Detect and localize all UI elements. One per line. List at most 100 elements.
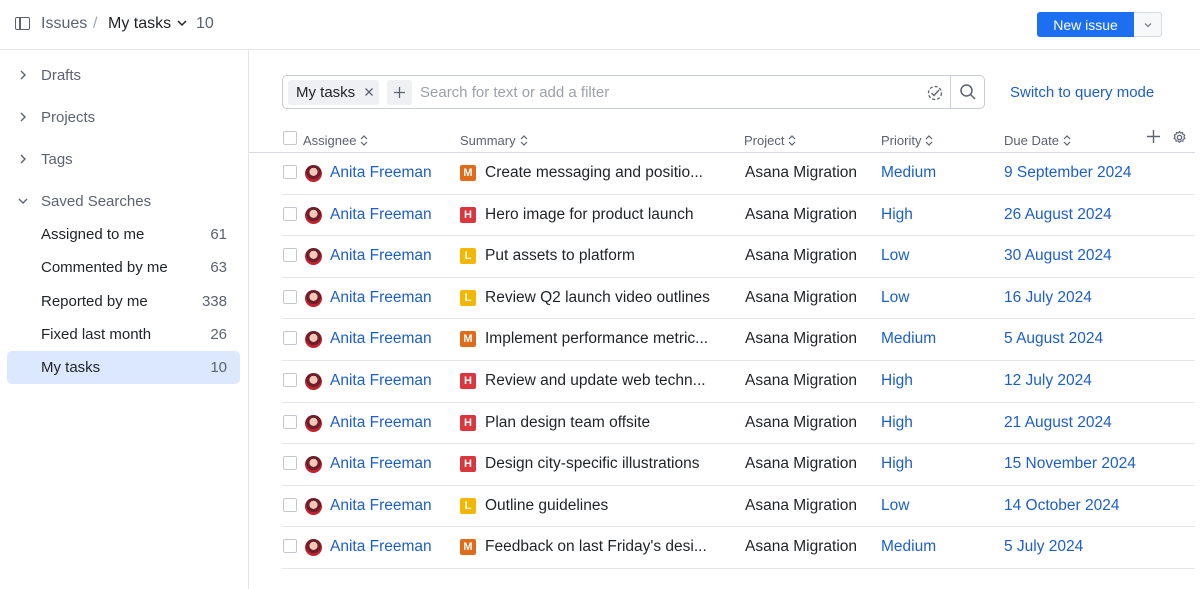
search-divider: [950, 76, 951, 108]
saved-search-commented-by-me[interactable]: Commented by me 63: [7, 251, 240, 284]
issue-summary[interactable]: Review and update web techn...: [485, 372, 706, 390]
assignee-link[interactable]: Anita Freeman: [330, 455, 432, 473]
table-row[interactable]: Anita Freeman L Review Q2 launch video out…: [282, 278, 1195, 320]
new-issue-dropdown-button[interactable]: [1134, 12, 1162, 37]
table-row[interactable]: Anita Freeman H Hero image for product lau…: [282, 195, 1195, 237]
issue-summary[interactable]: Outline guidelines: [485, 497, 608, 515]
avatar: [305, 456, 322, 474]
issue-priority[interactable]: Low: [881, 497, 909, 515]
assignee-link[interactable]: Anita Freeman: [330, 164, 432, 182]
issue-summary[interactable]: Feedback on last Friday's desi...: [485, 538, 707, 556]
sidebar-group-drafts[interactable]: Drafts: [0, 60, 248, 90]
issue-due-date[interactable]: 9 September 2024: [1004, 164, 1132, 182]
issue-priority[interactable]: Low: [881, 289, 909, 307]
row-checkbox[interactable]: [283, 206, 297, 221]
issue-summary[interactable]: Plan design team offsite: [485, 414, 650, 432]
issue-priority[interactable]: Medium: [881, 538, 936, 556]
issue-priority[interactable]: High: [881, 372, 913, 390]
row-checkbox[interactable]: [283, 414, 297, 429]
select-all-checkbox[interactable]: [283, 131, 297, 145]
issue-due-date[interactable]: 16 July 2024: [1004, 289, 1092, 307]
row-checkbox[interactable]: [283, 373, 297, 387]
table-row[interactable]: Anita Freeman H Design city-specific illus…: [282, 444, 1195, 486]
row-checkbox[interactable]: [283, 289, 297, 304]
sort-icon: [789, 134, 796, 146]
assignee-link[interactable]: Anita Freeman: [330, 206, 432, 224]
issue-summary[interactable]: Hero image for product launch: [485, 206, 694, 224]
add-filter-button[interactable]: [387, 80, 412, 105]
gear-icon[interactable]: [1172, 130, 1187, 145]
column-header-assignee[interactable]: Assignee: [303, 131, 368, 149]
table-row[interactable]: Anita Freeman L Put assets to platform Asan…: [282, 236, 1195, 278]
close-icon[interactable]: [363, 86, 375, 98]
issue-due-date[interactable]: 14 October 2024: [1004, 497, 1119, 515]
saved-search-reported-by-me[interactable]: Reported by me 338: [7, 285, 240, 318]
row-checkbox[interactable]: [283, 539, 297, 554]
issue-priority[interactable]: Medium: [881, 164, 936, 182]
issue-due-date[interactable]: 21 August 2024: [1004, 414, 1112, 432]
issue-summary[interactable]: Implement performance metric...: [485, 330, 708, 348]
chevron-down-icon: [18, 198, 28, 204]
breadcrumb-issues[interactable]: Issues: [41, 15, 87, 33]
switch-to-query-mode-link[interactable]: Switch to query mode: [1010, 84, 1154, 101]
table-row[interactable]: Anita Freeman M Feedback on last Friday's …: [282, 527, 1195, 569]
issue-summary[interactable]: Create messaging and positio...: [485, 164, 703, 182]
chevron-down-icon[interactable]: [175, 16, 189, 30]
column-header-priority[interactable]: Priority: [881, 131, 933, 149]
issue-priority[interactable]: High: [881, 455, 913, 473]
assignee-link[interactable]: Anita Freeman: [330, 497, 432, 515]
row-checkbox[interactable]: [283, 497, 297, 512]
row-checkbox[interactable]: [283, 248, 297, 263]
assignee-link[interactable]: Anita Freeman: [330, 247, 432, 265]
query-assist-icon[interactable]: [926, 84, 944, 102]
chevron-right-icon: [20, 154, 26, 164]
saved-search-label: Assigned to me: [41, 226, 145, 243]
issue-summary[interactable]: Put assets to platform: [485, 247, 635, 265]
issue-due-date[interactable]: 5 August 2024: [1004, 330, 1103, 348]
row-checkbox[interactable]: [283, 331, 297, 346]
assignee-link[interactable]: Anita Freeman: [330, 414, 432, 432]
table-row[interactable]: Anita Freeman H Review and update web tech…: [282, 361, 1195, 403]
avatar: [305, 289, 322, 307]
table-row[interactable]: Anita Freeman M Create messaging and posit…: [282, 153, 1195, 195]
row-checkbox[interactable]: [283, 456, 297, 471]
search-icon[interactable]: [959, 83, 977, 101]
issue-due-date[interactable]: 5 July 2024: [1004, 538, 1083, 556]
column-header-due-date[interactable]: Due Date: [1004, 131, 1071, 149]
new-issue-button[interactable]: New issue: [1037, 12, 1134, 37]
column-header-label: Summary: [460, 132, 516, 148]
issue-due-date[interactable]: 15 November 2024: [1004, 455, 1136, 473]
table-row[interactable]: Anita Freeman L Outline guidelines Asana Mi…: [282, 486, 1195, 528]
table-row[interactable]: Anita Freeman H Plan design team offsite As…: [282, 403, 1195, 445]
issue-priority[interactable]: High: [881, 414, 913, 432]
filter-chip-my-tasks[interactable]: My tasks: [288, 80, 379, 105]
table-row[interactable]: Anita Freeman M Implement performance metr…: [282, 319, 1195, 361]
saved-search-fixed-last-month[interactable]: Fixed last month 26: [7, 318, 240, 351]
assignee-link[interactable]: Anita Freeman: [330, 330, 432, 348]
sidebar-group-projects[interactable]: Projects: [0, 102, 248, 132]
search-input[interactable]: Search for text or add a filter: [420, 84, 609, 101]
chevron-down-icon: [1144, 22, 1151, 27]
add-column-icon[interactable]: [1146, 129, 1161, 144]
column-header-project[interactable]: Project: [744, 131, 796, 149]
assignee-link[interactable]: Anita Freeman: [330, 538, 432, 556]
issue-priority[interactable]: Medium: [881, 330, 936, 348]
saved-search-label: Fixed last month: [41, 326, 152, 343]
issue-summary[interactable]: Design city-specific illustrations: [485, 455, 700, 473]
column-header-summary[interactable]: Summary: [460, 131, 528, 149]
issue-due-date[interactable]: 12 July 2024: [1004, 372, 1092, 390]
issue-due-date[interactable]: 30 August 2024: [1004, 247, 1112, 265]
saved-search-assigned-to-me[interactable]: Assigned to me 61: [7, 218, 240, 251]
assignee-link[interactable]: Anita Freeman: [330, 289, 432, 307]
toggle-sidebar-icon[interactable]: [15, 17, 30, 30]
row-checkbox[interactable]: [283, 165, 297, 179]
saved-search-my-tasks[interactable]: My tasks 10: [7, 351, 240, 384]
assignee-link[interactable]: Anita Freeman: [330, 372, 432, 390]
issue-summary[interactable]: Review Q2 launch video outlines: [485, 289, 710, 307]
current-view-title[interactable]: My tasks: [108, 15, 171, 33]
sidebar-group-saved-searches[interactable]: Saved Searches: [0, 186, 248, 216]
sidebar-group-tags[interactable]: Tags: [0, 144, 248, 174]
issue-priority[interactable]: Low: [881, 247, 909, 265]
issue-due-date[interactable]: 26 August 2024: [1004, 206, 1112, 224]
issue-priority[interactable]: High: [881, 206, 913, 224]
